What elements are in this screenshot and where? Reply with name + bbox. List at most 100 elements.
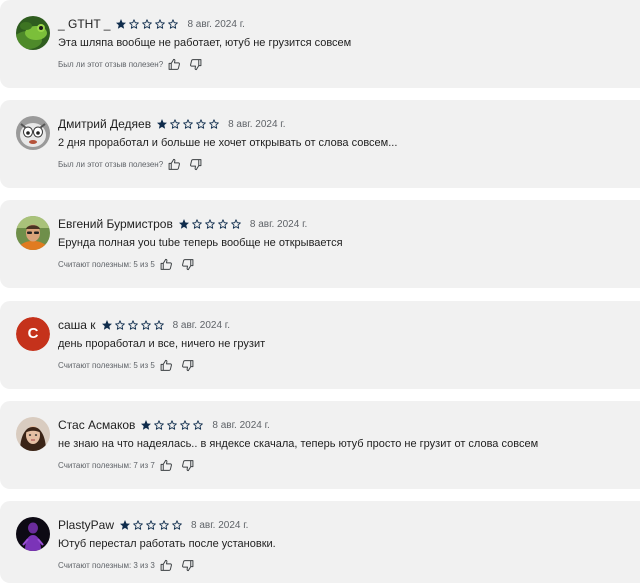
star-empty-icon <box>172 520 182 530</box>
thumbs-up-button[interactable] <box>168 158 181 171</box>
avatar-letter: С <box>16 317 50 351</box>
star-rating <box>156 118 221 130</box>
review-card: Стас Асмаков 8 авг. 2024 г. не знаю на ч… <box>0 401 640 489</box>
helpful-count: Считают полезным: 5 из 5 <box>58 260 155 269</box>
star-rating <box>101 319 166 331</box>
helpful-count: Считают полезным: 5 из 5 <box>58 361 155 370</box>
review-card: Дмитрий Дедяев 8 авг. 2024 г. 2 дня прор… <box>0 100 640 188</box>
helpful-prompt: Считают полезным: 3 из 3 <box>58 559 194 572</box>
thumbs-up-icon <box>168 158 181 170</box>
thumbs-up-icon <box>160 258 172 270</box>
review-author: Евгений Бурмистров <box>58 217 173 231</box>
star-empty-icon <box>183 119 193 129</box>
thumbs-up-button[interactable] <box>168 58 181 71</box>
letter-avatar[interactable]: С <box>16 317 50 351</box>
star-empty-icon <box>193 420 204 430</box>
star-filled-icon <box>116 19 127 29</box>
star-empty-icon <box>168 19 179 29</box>
review-date: 8 авг. 2024 г. <box>172 319 230 331</box>
star-empty-icon <box>154 420 165 430</box>
review-date: 8 авг. 2024 г. <box>212 419 270 431</box>
star-filled-icon <box>101 320 112 330</box>
star-empty-icon <box>170 119 180 129</box>
star-empty-icon <box>129 19 140 29</box>
thumbs-up-button[interactable] <box>160 559 173 572</box>
thumbs-down-button[interactable] <box>181 359 194 372</box>
thumbs-down-button[interactable] <box>189 158 202 171</box>
purple-figure-avatar-icon[interactable] <box>16 517 50 551</box>
frog-avatar-icon[interactable] <box>16 16 50 50</box>
thumbs-down-button[interactable] <box>181 258 194 271</box>
thumbs-down-button[interactable] <box>189 58 202 71</box>
star-empty-icon <box>153 320 164 330</box>
cartoon-face-avatar-icon[interactable] <box>16 116 50 150</box>
helpful-prompt: Считают полезным: 7 из 7 <box>58 459 194 472</box>
review-author: _ GTHT _ <box>58 17 111 31</box>
thumbs-up-icon <box>168 58 181 70</box>
thumbs-down-icon <box>190 59 202 71</box>
review-card: _ GTHT _ 8 авг. 2024 г. Эта шляпа вообще… <box>0 0 640 88</box>
thumbs-up-icon <box>160 559 172 571</box>
star-rating <box>115 18 180 30</box>
helpful-prompt: Был ли этот отзыв полезен? <box>58 58 202 71</box>
star-empty-icon <box>140 320 151 330</box>
thumbs-down-icon <box>181 460 194 472</box>
star-empty-icon <box>205 219 215 229</box>
thumbs-up-icon <box>160 359 172 371</box>
review-text: не знаю на что надеялась.. в яндексе ска… <box>58 438 539 450</box>
thumbs-up-icon <box>160 459 172 471</box>
helpful-count: Считают полезным: 3 из 3 <box>58 561 155 570</box>
star-rating <box>119 519 184 531</box>
man-photo-avatar-icon[interactable] <box>16 216 50 250</box>
review-text: день проработал и все, ничего не грузит <box>58 338 266 350</box>
review-text: Эта шляпа вообще не работает, ютуб не гр… <box>58 37 352 49</box>
star-filled-icon <box>141 420 152 430</box>
thumbs-up-button[interactable] <box>160 459 173 472</box>
helpful-label: Был ли этот отзыв полезен? <box>58 60 164 69</box>
star-filled-icon <box>157 119 168 129</box>
star-filled-icon <box>178 219 189 229</box>
woman-photo-avatar-icon[interactable] <box>16 417 50 451</box>
star-empty-icon <box>127 320 138 330</box>
review-card: С саша к 8 авг. 2024 г. день проработал … <box>0 301 640 389</box>
review-text: Ерунда полная you tube теперь вообще не … <box>58 237 343 249</box>
helpful-prompt: Был ли этот отзыв полезен? <box>58 158 202 171</box>
star-empty-icon <box>196 119 206 129</box>
review-card: PlastyPaw 8 авг. 2024 г. Ютуб перестал р… <box>0 501 640 583</box>
thumbs-down-icon <box>190 159 202 171</box>
star-empty-icon <box>133 520 143 530</box>
review-date: 8 авг. 2024 г. <box>228 118 286 130</box>
review-text: 2 дня проработал и больше не хочет откры… <box>58 137 398 149</box>
star-empty-icon <box>167 420 178 430</box>
review-author: Стас Асмаков <box>58 418 136 432</box>
star-rating <box>140 419 205 431</box>
review-author: Дмитрий Дедяев <box>58 117 152 131</box>
star-empty-icon <box>192 219 202 229</box>
star-empty-icon <box>180 420 191 430</box>
star-empty-icon <box>159 520 169 530</box>
thumbs-down-button[interactable] <box>181 559 194 572</box>
thumbs-down-icon <box>181 259 194 271</box>
star-filled-icon <box>120 520 131 530</box>
helpful-prompt: Считают полезным: 5 из 5 <box>58 359 194 372</box>
star-empty-icon <box>142 19 153 29</box>
star-rating <box>178 218 243 230</box>
review-date: 8 авг. 2024 г. <box>191 519 249 531</box>
thumbs-down-button[interactable] <box>181 459 194 472</box>
reviews-list: _ GTHT _ 8 авг. 2024 г. Эта шляпа вообще… <box>0 0 640 583</box>
thumbs-down-icon <box>181 360 194 372</box>
helpful-label: Был ли этот отзыв полезен? <box>58 160 164 169</box>
helpful-prompt: Считают полезным: 5 из 5 <box>58 258 194 271</box>
star-empty-icon <box>231 219 241 229</box>
review-author: PlastyPaw <box>58 518 115 532</box>
star-empty-icon <box>114 320 125 330</box>
review-date: 8 авг. 2024 г. <box>187 18 245 30</box>
star-empty-icon <box>146 520 156 530</box>
thumbs-up-button[interactable] <box>160 258 173 271</box>
helpful-count: Считают полезным: 7 из 7 <box>58 461 155 470</box>
review-author: саша к <box>58 318 96 332</box>
thumbs-up-button[interactable] <box>160 359 173 372</box>
review-card: Евгений Бурмистров 8 авг. 2024 г. Ерунда… <box>0 200 640 288</box>
review-date: 8 авг. 2024 г. <box>249 218 308 230</box>
star-empty-icon <box>209 119 219 129</box>
